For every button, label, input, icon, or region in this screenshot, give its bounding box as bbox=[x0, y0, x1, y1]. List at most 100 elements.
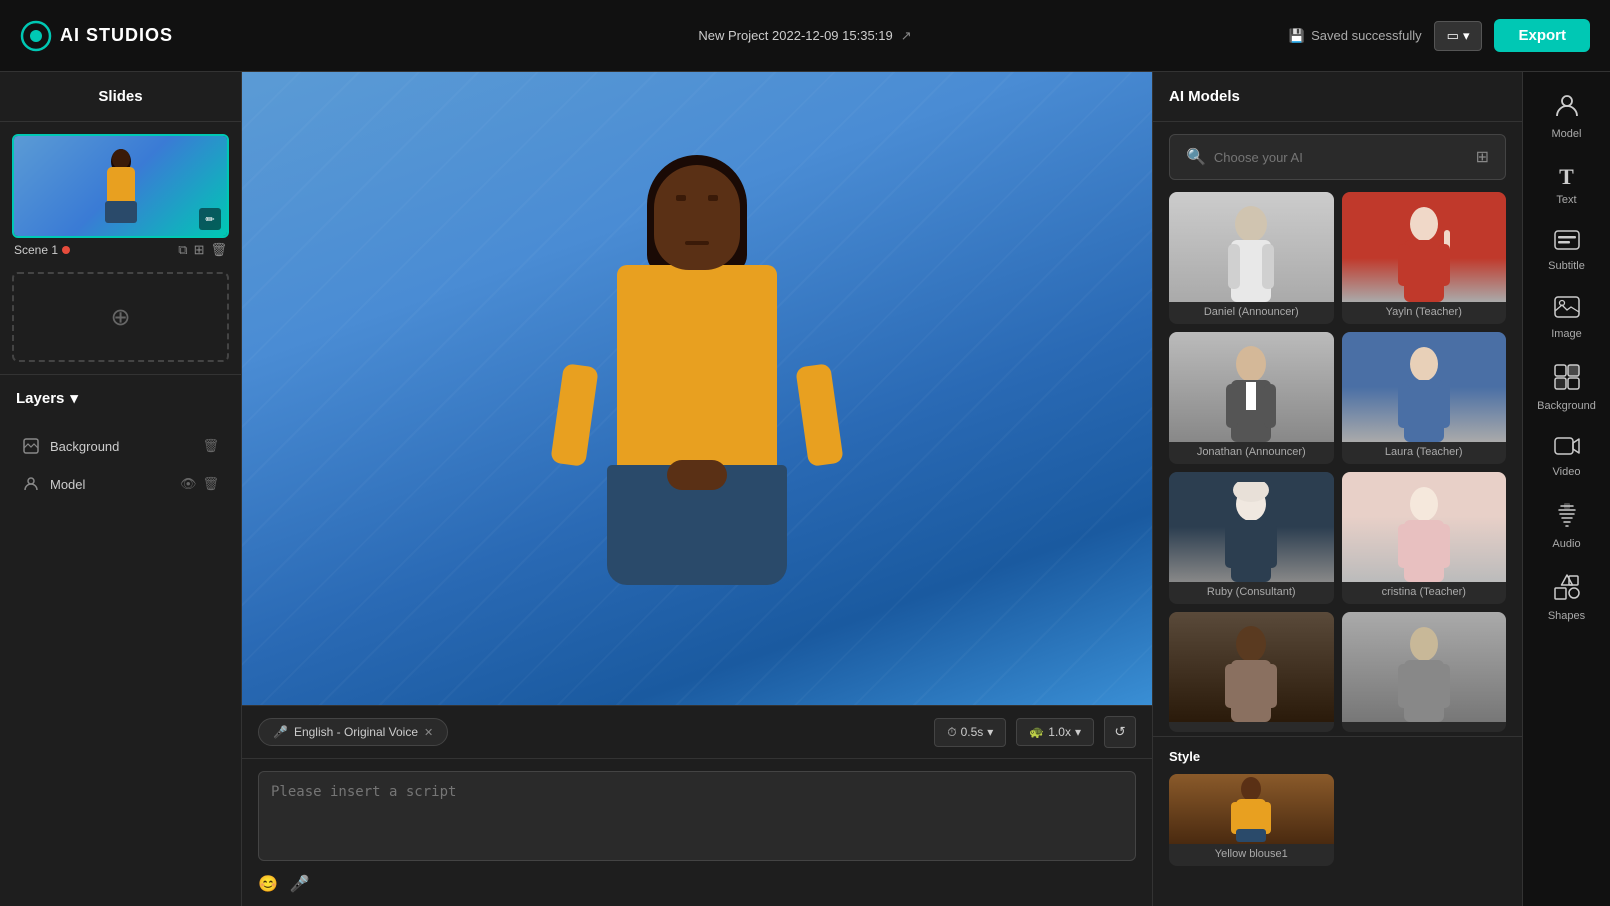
delete-scene-icon[interactable]: 🗑 bbox=[210, 242, 227, 258]
filter-icon[interactable]: ⊞ bbox=[1476, 147, 1489, 167]
style-card-yellow-blouse[interactable]: Yellow blouse1 bbox=[1169, 774, 1334, 866]
presenter-body bbox=[617, 265, 777, 485]
model-label-yayln: Yayln (Teacher) bbox=[1342, 302, 1507, 324]
subtitle-panel-label: Subtitle bbox=[1548, 260, 1585, 272]
model-label-daniel: Daniel (Announcer) bbox=[1169, 302, 1334, 324]
logo: AI STUDIOS bbox=[20, 20, 173, 52]
style-label: Style bbox=[1169, 749, 1506, 764]
ai-models-header: AI Models bbox=[1153, 72, 1522, 122]
logo-icon bbox=[20, 20, 52, 52]
emoji-icon[interactable]: 😊 bbox=[258, 874, 278, 894]
background-layer-label: Background bbox=[50, 439, 192, 454]
script-area: 😊 🎤 bbox=[242, 758, 1152, 906]
shapes-panel-label: Shapes bbox=[1548, 610, 1585, 622]
search-input[interactable] bbox=[1214, 150, 1468, 165]
shapes-panel-icon bbox=[1554, 574, 1580, 606]
background-layer-actions: 🗑 bbox=[202, 438, 219, 454]
background-layer-icon bbox=[22, 437, 40, 455]
scene-label-row: Scene 1 ⧉ ⊞ 🗑 bbox=[12, 238, 229, 262]
mic-icon[interactable]: 🎤 bbox=[290, 874, 310, 894]
slide-1[interactable]: ✏ Scene 1 ⧉ ⊞ 🗑 bbox=[12, 134, 229, 262]
split-scene-icon[interactable]: ⊞ bbox=[194, 242, 205, 258]
panel-item-audio[interactable]: Audio bbox=[1531, 492, 1603, 560]
model-panel-label: Model bbox=[1552, 128, 1582, 140]
layer-background[interactable]: Background 🗑 bbox=[12, 429, 229, 463]
panel-item-video[interactable]: Video bbox=[1531, 426, 1603, 488]
model-card-cristina[interactable]: cristina (Teacher) bbox=[1342, 472, 1507, 604]
background-panel-icon bbox=[1554, 364, 1580, 396]
model-card-daniel[interactable]: Daniel (Announcer) bbox=[1169, 192, 1334, 324]
add-slide-button[interactable]: ⊕ bbox=[12, 272, 229, 362]
scene-actions: ⧉ ⊞ 🗑 bbox=[178, 242, 227, 258]
model-label-ruby: Ruby (Consultant) bbox=[1169, 582, 1334, 604]
panel-item-model[interactable]: Model bbox=[1531, 82, 1603, 150]
panel-item-image[interactable]: Image bbox=[1531, 286, 1603, 350]
refresh-button[interactable]: ↺ bbox=[1104, 716, 1136, 748]
model-img-ruby bbox=[1169, 472, 1334, 582]
style-card-img bbox=[1169, 774, 1334, 844]
model-layer-icon bbox=[22, 475, 40, 493]
ai-models-panel: AI Models 🔍 ⊞ Daniel (Announcer) bbox=[1152, 72, 1522, 906]
slide-thumb-1[interactable]: ✏ bbox=[12, 134, 229, 238]
model-img-cristina bbox=[1342, 472, 1507, 582]
panel-item-shapes[interactable]: Shapes bbox=[1531, 564, 1603, 632]
header-center: New Project 2022-12-09 15:35:19 ↗ bbox=[698, 28, 911, 44]
search-bar[interactable]: 🔍 ⊞ bbox=[1169, 134, 1506, 180]
voice-wave-icon: 🎤 bbox=[273, 725, 288, 739]
export-button[interactable]: Export bbox=[1494, 19, 1590, 52]
model-card-8[interactable] bbox=[1342, 612, 1507, 732]
model-card-jonathan[interactable]: Jonathan (Announcer) bbox=[1169, 332, 1334, 464]
layers-list: Background 🗑 Model 👁 🗑 bbox=[0, 421, 241, 509]
script-input[interactable] bbox=[258, 771, 1136, 861]
presenter-figure bbox=[527, 165, 867, 705]
save-icon: 💾 bbox=[1289, 28, 1305, 44]
view-toggle-chevron: ▾ bbox=[1463, 28, 1470, 44]
visibility-model-icon[interactable]: 👁 bbox=[180, 476, 197, 492]
external-link-icon[interactable]: ↗ bbox=[901, 28, 912, 44]
model-card-7[interactable] bbox=[1169, 612, 1334, 732]
canvas-background bbox=[242, 72, 1152, 705]
model-card-ruby[interactable]: Ruby (Consultant) bbox=[1169, 472, 1334, 604]
copy-scene-icon[interactable]: ⧉ bbox=[178, 242, 187, 258]
model-label-8 bbox=[1342, 722, 1507, 732]
view-toggle-button[interactable]: ▭ ▾ bbox=[1434, 21, 1483, 51]
delete-model-icon[interactable]: 🗑 bbox=[202, 476, 219, 492]
presenter-head bbox=[654, 165, 740, 270]
header-right: 💾 Saved successfully ▭ ▾ Export bbox=[1289, 19, 1590, 52]
model-layer-actions: 👁 🗑 bbox=[180, 476, 219, 492]
saved-text: 💾 Saved successfully bbox=[1289, 28, 1422, 44]
panel-item-background[interactable]: Background bbox=[1531, 354, 1603, 422]
model-card-yayln[interactable]: Yayln (Teacher) bbox=[1342, 192, 1507, 324]
delete-background-icon[interactable]: 🗑 bbox=[202, 438, 219, 454]
timing-chevron: ▾ bbox=[987, 725, 993, 739]
image-panel-label: Image bbox=[1551, 328, 1582, 340]
model-layer-label: Model bbox=[50, 477, 170, 492]
toolbar-bottom: 🎤 English - Original Voice ✕ ⏱ 0.5s ▾ 🐢 … bbox=[242, 705, 1152, 758]
script-footer: 😊 🎤 bbox=[258, 866, 1136, 894]
clock-icon: ⏱ bbox=[947, 725, 956, 740]
voice-select-button[interactable]: 🎤 English - Original Voice ✕ bbox=[258, 718, 448, 746]
timing-button[interactable]: ⏱ 0.5s ▾ bbox=[934, 718, 1006, 747]
layer-model[interactable]: Model 👁 🗑 bbox=[12, 467, 229, 501]
model-img-jonathan bbox=[1169, 332, 1334, 442]
canvas-container bbox=[242, 72, 1152, 705]
icons-panel: Model T Text Subtitle bbox=[1522, 72, 1610, 906]
text-panel-label: Text bbox=[1556, 194, 1576, 206]
center-area: 🎤 English - Original Voice ✕ ⏱ 0.5s ▾ 🐢 … bbox=[242, 72, 1152, 906]
speed-chevron: ▾ bbox=[1075, 725, 1081, 739]
model-card-laura[interactable]: Laura (Teacher) bbox=[1342, 332, 1507, 464]
panel-item-subtitle[interactable]: Subtitle bbox=[1531, 220, 1603, 282]
panel-item-text[interactable]: T Text bbox=[1531, 154, 1603, 216]
voice-clear-icon[interactable]: ✕ bbox=[424, 726, 433, 739]
model-label-7 bbox=[1169, 722, 1334, 732]
edit-slide-icon[interactable]: ✏ bbox=[199, 208, 221, 230]
model-img-7 bbox=[1169, 612, 1334, 722]
add-slide-icon: ⊕ bbox=[110, 303, 130, 332]
image-panel-icon bbox=[1554, 296, 1580, 324]
layers-header[interactable]: Layers ▾ bbox=[0, 374, 241, 421]
model-label-laura: Laura (Teacher) bbox=[1342, 442, 1507, 464]
scene-label: Scene 1 bbox=[14, 243, 70, 257]
main-layout: Slides ✏ Scene 1 bbox=[0, 72, 1610, 906]
scene-status-dot bbox=[62, 246, 70, 254]
speed-button[interactable]: 🐢 1.0x ▾ bbox=[1016, 718, 1094, 746]
